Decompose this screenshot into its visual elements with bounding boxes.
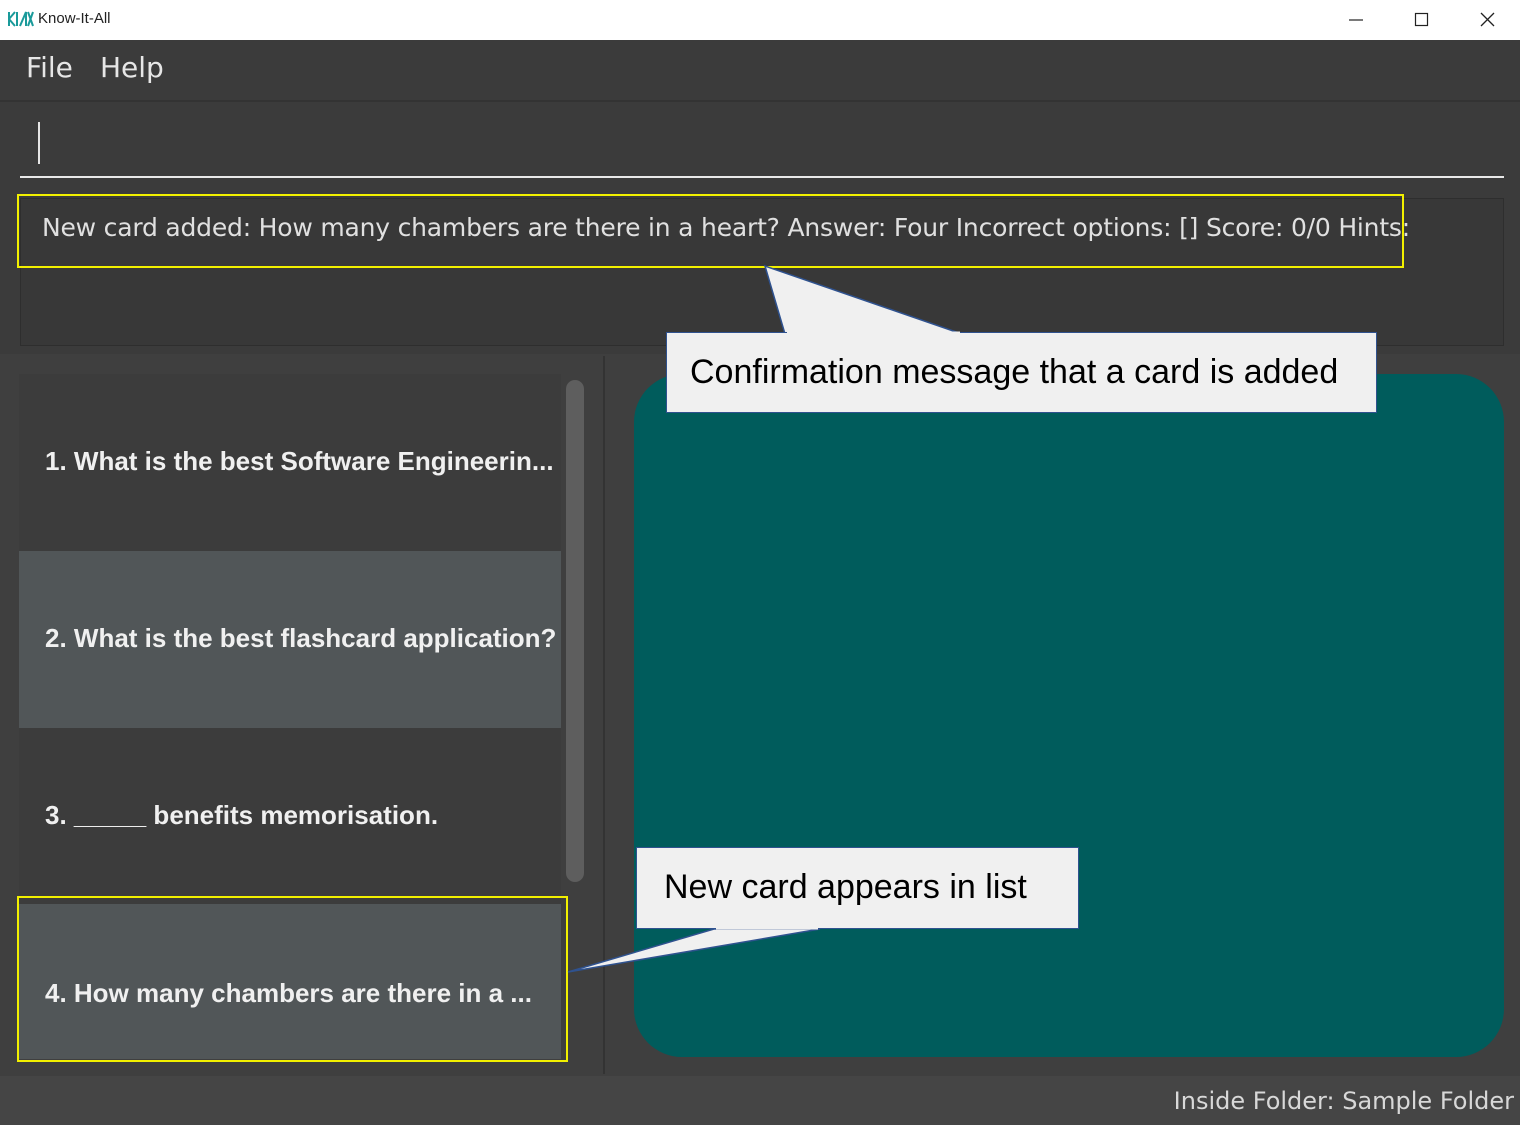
minimize-icon <box>1349 19 1363 21</box>
maximize-icon <box>1414 12 1429 27</box>
list-item[interactable]: 3. _____ benefits memorisation. <box>19 728 561 905</box>
panel-divider[interactable] <box>603 356 605 1074</box>
list-scrollbar[interactable] <box>566 380 584 882</box>
title-bar: Know-It-All <box>0 0 1520 40</box>
list-item[interactable]: 1. What is the best Software Engineerin.… <box>19 374 561 551</box>
menu-file[interactable]: File <box>26 51 73 84</box>
folder-status: Inside Folder: Sample Folder <box>1173 1087 1514 1115</box>
card-display <box>634 374 1504 1057</box>
minimize-button[interactable] <box>1324 0 1390 40</box>
result-highlight-box <box>17 194 1404 268</box>
maximize-button[interactable] <box>1390 0 1456 40</box>
window-title: Know-It-All <box>38 10 111 27</box>
command-input[interactable] <box>20 120 1504 178</box>
card-label: 2. What is the best flashcard applicatio… <box>45 623 557 653</box>
callout-new-card-text: New card appears in list <box>664 868 1027 906</box>
callout-new-card: New card appears in list <box>636 847 1079 929</box>
close-button[interactable] <box>1456 0 1520 40</box>
menu-bar: File Help <box>0 40 1520 100</box>
callout-confirmation-text: Confirmation message that a card is adde… <box>690 353 1339 391</box>
text-caret <box>38 122 40 164</box>
status-bar: Inside Folder: Sample Folder <box>0 1076 1520 1125</box>
card-label: 3. _____ benefits memorisation. <box>45 800 439 830</box>
menu-help[interactable]: Help <box>100 51 164 84</box>
command-box-area <box>0 100 1520 186</box>
close-icon <box>1480 12 1495 27</box>
callout-confirmation: Confirmation message that a card is adde… <box>666 332 1377 413</box>
list-item[interactable]: 2. What is the best flashcard applicatio… <box>19 551 561 728</box>
kia-logo-icon <box>8 11 34 27</box>
card-label: 1. What is the best Software Engineerin.… <box>45 446 554 476</box>
new-card-highlight-box <box>17 896 568 1062</box>
